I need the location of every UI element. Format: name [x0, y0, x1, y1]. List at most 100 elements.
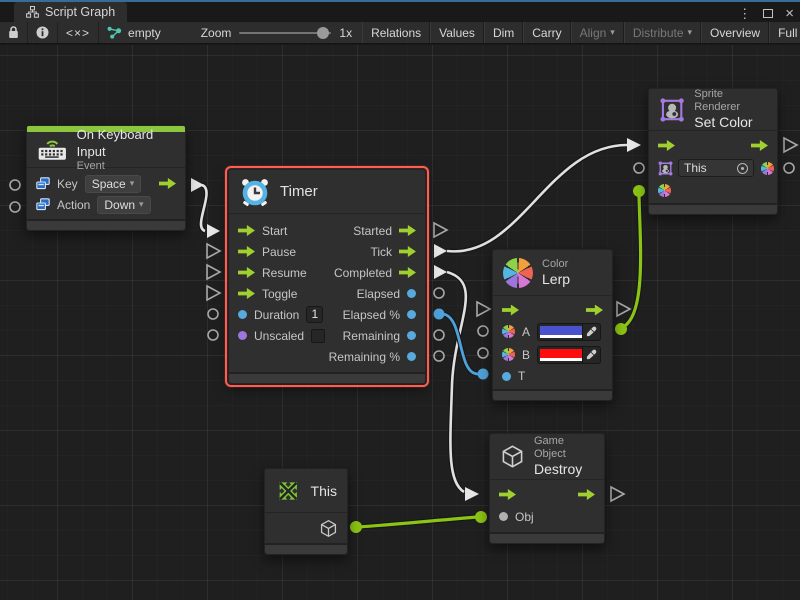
set-color-node[interactable]: Sprite Renderer Set Color [648, 88, 778, 215]
dim-button[interactable]: Dim [484, 22, 523, 43]
move-arrows-icon [275, 476, 302, 506]
lerp-a-label: A [522, 325, 530, 339]
this-node-header[interactable]: This [265, 469, 347, 513]
maximize-icon[interactable] [763, 9, 773, 18]
eyedropper-button[interactable] [582, 324, 600, 340]
setcolor-color-row [649, 180, 777, 200]
graph-node-icon [107, 26, 122, 39]
tick-flow-output[interactable] [399, 246, 416, 257]
unscaled-input-port[interactable] [238, 331, 247, 340]
node-footer [27, 219, 185, 230]
eyedropper-button[interactable] [582, 347, 600, 363]
cube-icon [500, 443, 525, 470]
timer-row-3: Resume Completed [229, 262, 425, 283]
color-wheel-icon [502, 325, 515, 338]
destroy-category: Game Object [534, 435, 594, 461]
carry-button[interactable]: Carry [523, 22, 570, 43]
setcolor-output-port[interactable] [761, 162, 774, 175]
more-menu-icon[interactable]: ⋮ [738, 6, 751, 22]
destroy-node-header[interactable]: Game Object Destroy [490, 434, 604, 480]
start-flow-input[interactable] [238, 225, 255, 236]
elapsed-output-port[interactable] [407, 289, 416, 298]
graph-breadcrumb[interactable]: empty [99, 22, 169, 43]
zoom-value: 1x [339, 26, 352, 40]
color-lerp-node[interactable]: Color Lerp A [492, 249, 613, 401]
lerp-flow-input[interactable] [502, 305, 519, 316]
setcolor-flow-row [649, 135, 777, 156]
zoom-control: Zoom 1x [191, 22, 362, 43]
timer-row-7: Remaining % [229, 346, 425, 367]
tab-script-graph[interactable]: Script Graph [14, 2, 127, 22]
info-button[interactable] [28, 22, 58, 43]
keyboard-icon [37, 137, 68, 162]
lock-button[interactable] [0, 22, 28, 43]
timer-node-header[interactable]: Timer [229, 170, 425, 214]
lerp-a-field[interactable] [537, 323, 601, 341]
info-icon [36, 26, 49, 39]
fit-window-button[interactable]: <×> [58, 22, 99, 43]
distribute-button: Distribute [624, 22, 701, 43]
started-flow-output[interactable] [399, 225, 416, 236]
setcolor-flow-input[interactable] [658, 140, 675, 151]
lerp-a-row: A [493, 320, 612, 343]
setcolor-category: Sprite Renderer [694, 88, 767, 114]
timer-row-4: Toggle Elapsed [229, 283, 425, 304]
keyboard-node-subtitle: Event [77, 160, 175, 173]
elapsed-pct-output-port[interactable] [407, 310, 416, 319]
cube-icon[interactable] [319, 519, 338, 538]
destroy-obj-port[interactable] [499, 512, 508, 521]
destroy-node[interactable]: Game Object Destroy Obj [489, 433, 605, 544]
object-picker-icon[interactable] [737, 163, 748, 174]
destroy-flow-output[interactable] [578, 489, 595, 500]
key-label: Key [57, 177, 78, 191]
remaining-output-port[interactable] [407, 331, 416, 340]
relations-button[interactable]: Relations [362, 22, 430, 43]
lerp-a-swatch[interactable] [540, 326, 582, 338]
node-footer [265, 543, 347, 554]
lerp-flow-row [493, 300, 612, 320]
duration-input-port[interactable] [238, 310, 247, 319]
duration-field[interactable]: 1 [306, 306, 323, 323]
action-dropdown[interactable]: Down [97, 196, 150, 214]
setcolor-target-field[interactable]: This [678, 159, 754, 177]
node-footer [229, 372, 425, 383]
lerp-t-port[interactable] [502, 372, 511, 381]
completed-flow-output[interactable] [399, 267, 416, 278]
color-wheel-icon [503, 258, 533, 288]
lerp-node-header[interactable]: Color Lerp [493, 250, 612, 296]
unscaled-checkbox[interactable] [311, 329, 325, 343]
window-controls: ⋮ × [738, 5, 794, 22]
lerp-flow-output[interactable] [586, 305, 603, 316]
lerp-category: Color [542, 258, 570, 271]
fit-icon: <×> [66, 26, 90, 40]
setcolor-color-input-port[interactable] [658, 184, 671, 197]
resume-flow-input[interactable] [238, 267, 255, 278]
pause-flow-input[interactable] [238, 246, 255, 257]
setcolor-node-header[interactable]: Sprite Renderer Set Color [649, 89, 777, 131]
timer-row-5: Duration 1 Elapsed % [229, 304, 425, 325]
values-button[interactable]: Values [430, 22, 484, 43]
key-dropdown[interactable]: Space [85, 175, 142, 193]
close-icon[interactable]: × [785, 5, 794, 22]
event-flow-output[interactable] [159, 178, 176, 189]
toggle-flow-input[interactable] [238, 288, 255, 299]
zoom-slider[interactable] [239, 32, 331, 34]
lerp-b-row: B [493, 343, 612, 366]
graph-toolbar: <×> empty Zoom 1x Relations Values Dim C… [0, 22, 800, 44]
setcolor-flow-output[interactable] [751, 140, 768, 151]
color-wheel-icon [502, 348, 515, 361]
timer-row-2: Pause Tick [229, 241, 425, 262]
destroy-flow-input[interactable] [499, 489, 516, 500]
timer-node[interactable]: Timer Start Started Pause Tick Resume Co… [228, 169, 426, 384]
lerp-b-field[interactable] [537, 346, 601, 364]
overview-button[interactable]: Overview [701, 22, 769, 43]
sprite-renderer-icon [659, 96, 685, 124]
fullscreen-button[interactable]: Full Screen [769, 22, 800, 43]
keyboard-input-node[interactable]: On Keyboard Input Event Key Space [26, 125, 186, 231]
keyboard-node-header[interactable]: On Keyboard Input Event [27, 132, 185, 168]
lerp-b-swatch[interactable] [540, 349, 582, 361]
zoom-slider-knob[interactable] [317, 27, 329, 39]
remaining-pct-output-port[interactable] [407, 352, 416, 361]
timer-node-title: Timer [280, 183, 318, 200]
this-node[interactable]: This [264, 468, 348, 555]
